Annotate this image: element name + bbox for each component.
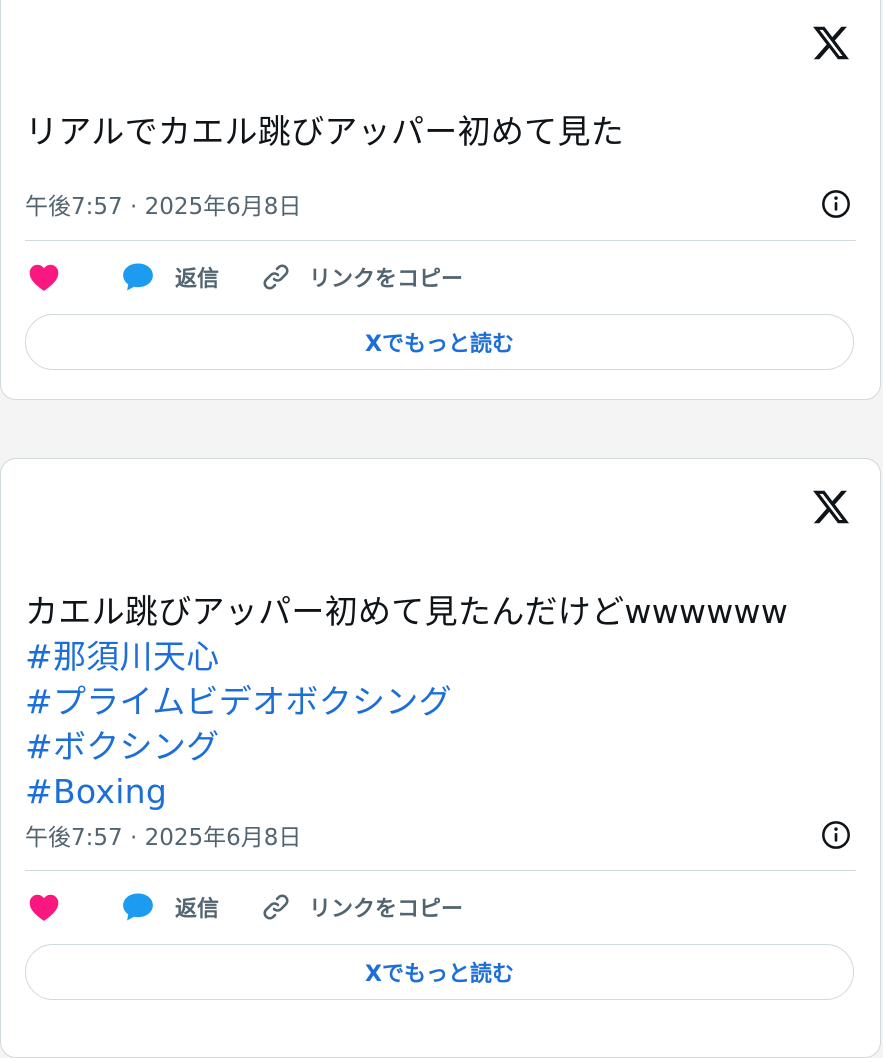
- x-logo-icon[interactable]: [810, 487, 852, 527]
- tweet-meta: 午後7:57 · 2025年6月8日: [25, 818, 852, 852]
- tweet-text: リアルでカエル跳びアッパー初めて見た: [25, 109, 840, 154]
- divider: [25, 240, 856, 241]
- read-more-button[interactable]: Xでもっと読む: [25, 314, 854, 370]
- hashtag-link[interactable]: #Boxing: [25, 769, 840, 814]
- hashtag-link[interactable]: #プライムビデオボクシング: [25, 679, 840, 724]
- reply-label: 返信: [175, 897, 220, 922]
- link-icon: [263, 894, 289, 920]
- speech-bubble-icon: [123, 893, 153, 921]
- timestamp-link[interactable]: 午後7:57 · 2025年6月8日: [25, 818, 301, 852]
- copy-link-button[interactable]: リンクをコピー: [259, 260, 463, 294]
- reply-button[interactable]: 返信: [121, 261, 219, 293]
- heart-icon[interactable]: [27, 262, 61, 292]
- tweet-embed-card: リアルでカエル跳びアッパー初めて見た 午後7:57 · 2025年6月8日 返信: [0, 0, 881, 400]
- tweet-meta: 午後7:57 · 2025年6月8日: [25, 187, 852, 221]
- copy-link-label: リンクをコピー: [309, 897, 464, 922]
- info-icon[interactable]: [820, 819, 852, 851]
- timestamp-link[interactable]: 午後7:57 · 2025年6月8日: [25, 187, 301, 221]
- speech-bubble-icon: [123, 263, 153, 291]
- copy-link-button[interactable]: リンクをコピー: [259, 890, 463, 924]
- info-icon[interactable]: [820, 188, 852, 220]
- action-bar: 返信 リンクをコピー: [27, 257, 856, 297]
- heart-icon[interactable]: [27, 892, 61, 922]
- read-more-button[interactable]: Xでもっと読む: [25, 944, 854, 1000]
- hashtag-link[interactable]: #那須川天心: [25, 634, 840, 679]
- reply-label: 返信: [175, 267, 220, 292]
- tweet-text: カエル跳びアッパー初めて見たんだけどwwwwww #那須川天心 #プライムビデオ…: [25, 589, 840, 814]
- divider: [25, 870, 856, 871]
- reply-button[interactable]: 返信: [121, 891, 219, 923]
- x-logo-icon[interactable]: [810, 23, 852, 63]
- tweet-body: カエル跳びアッパー初めて見たんだけどwwwwww: [25, 592, 789, 631]
- hashtag-link[interactable]: #ボクシング: [25, 724, 840, 769]
- tweet-body: リアルでカエル跳びアッパー初めて見た: [25, 112, 625, 151]
- tweet-embed-card: カエル跳びアッパー初めて見たんだけどwwwwww #那須川天心 #プライムビデオ…: [0, 458, 881, 1058]
- link-icon: [263, 264, 289, 290]
- copy-link-label: リンクをコピー: [309, 267, 464, 292]
- action-bar: 返信 リンクをコピー: [27, 887, 856, 927]
